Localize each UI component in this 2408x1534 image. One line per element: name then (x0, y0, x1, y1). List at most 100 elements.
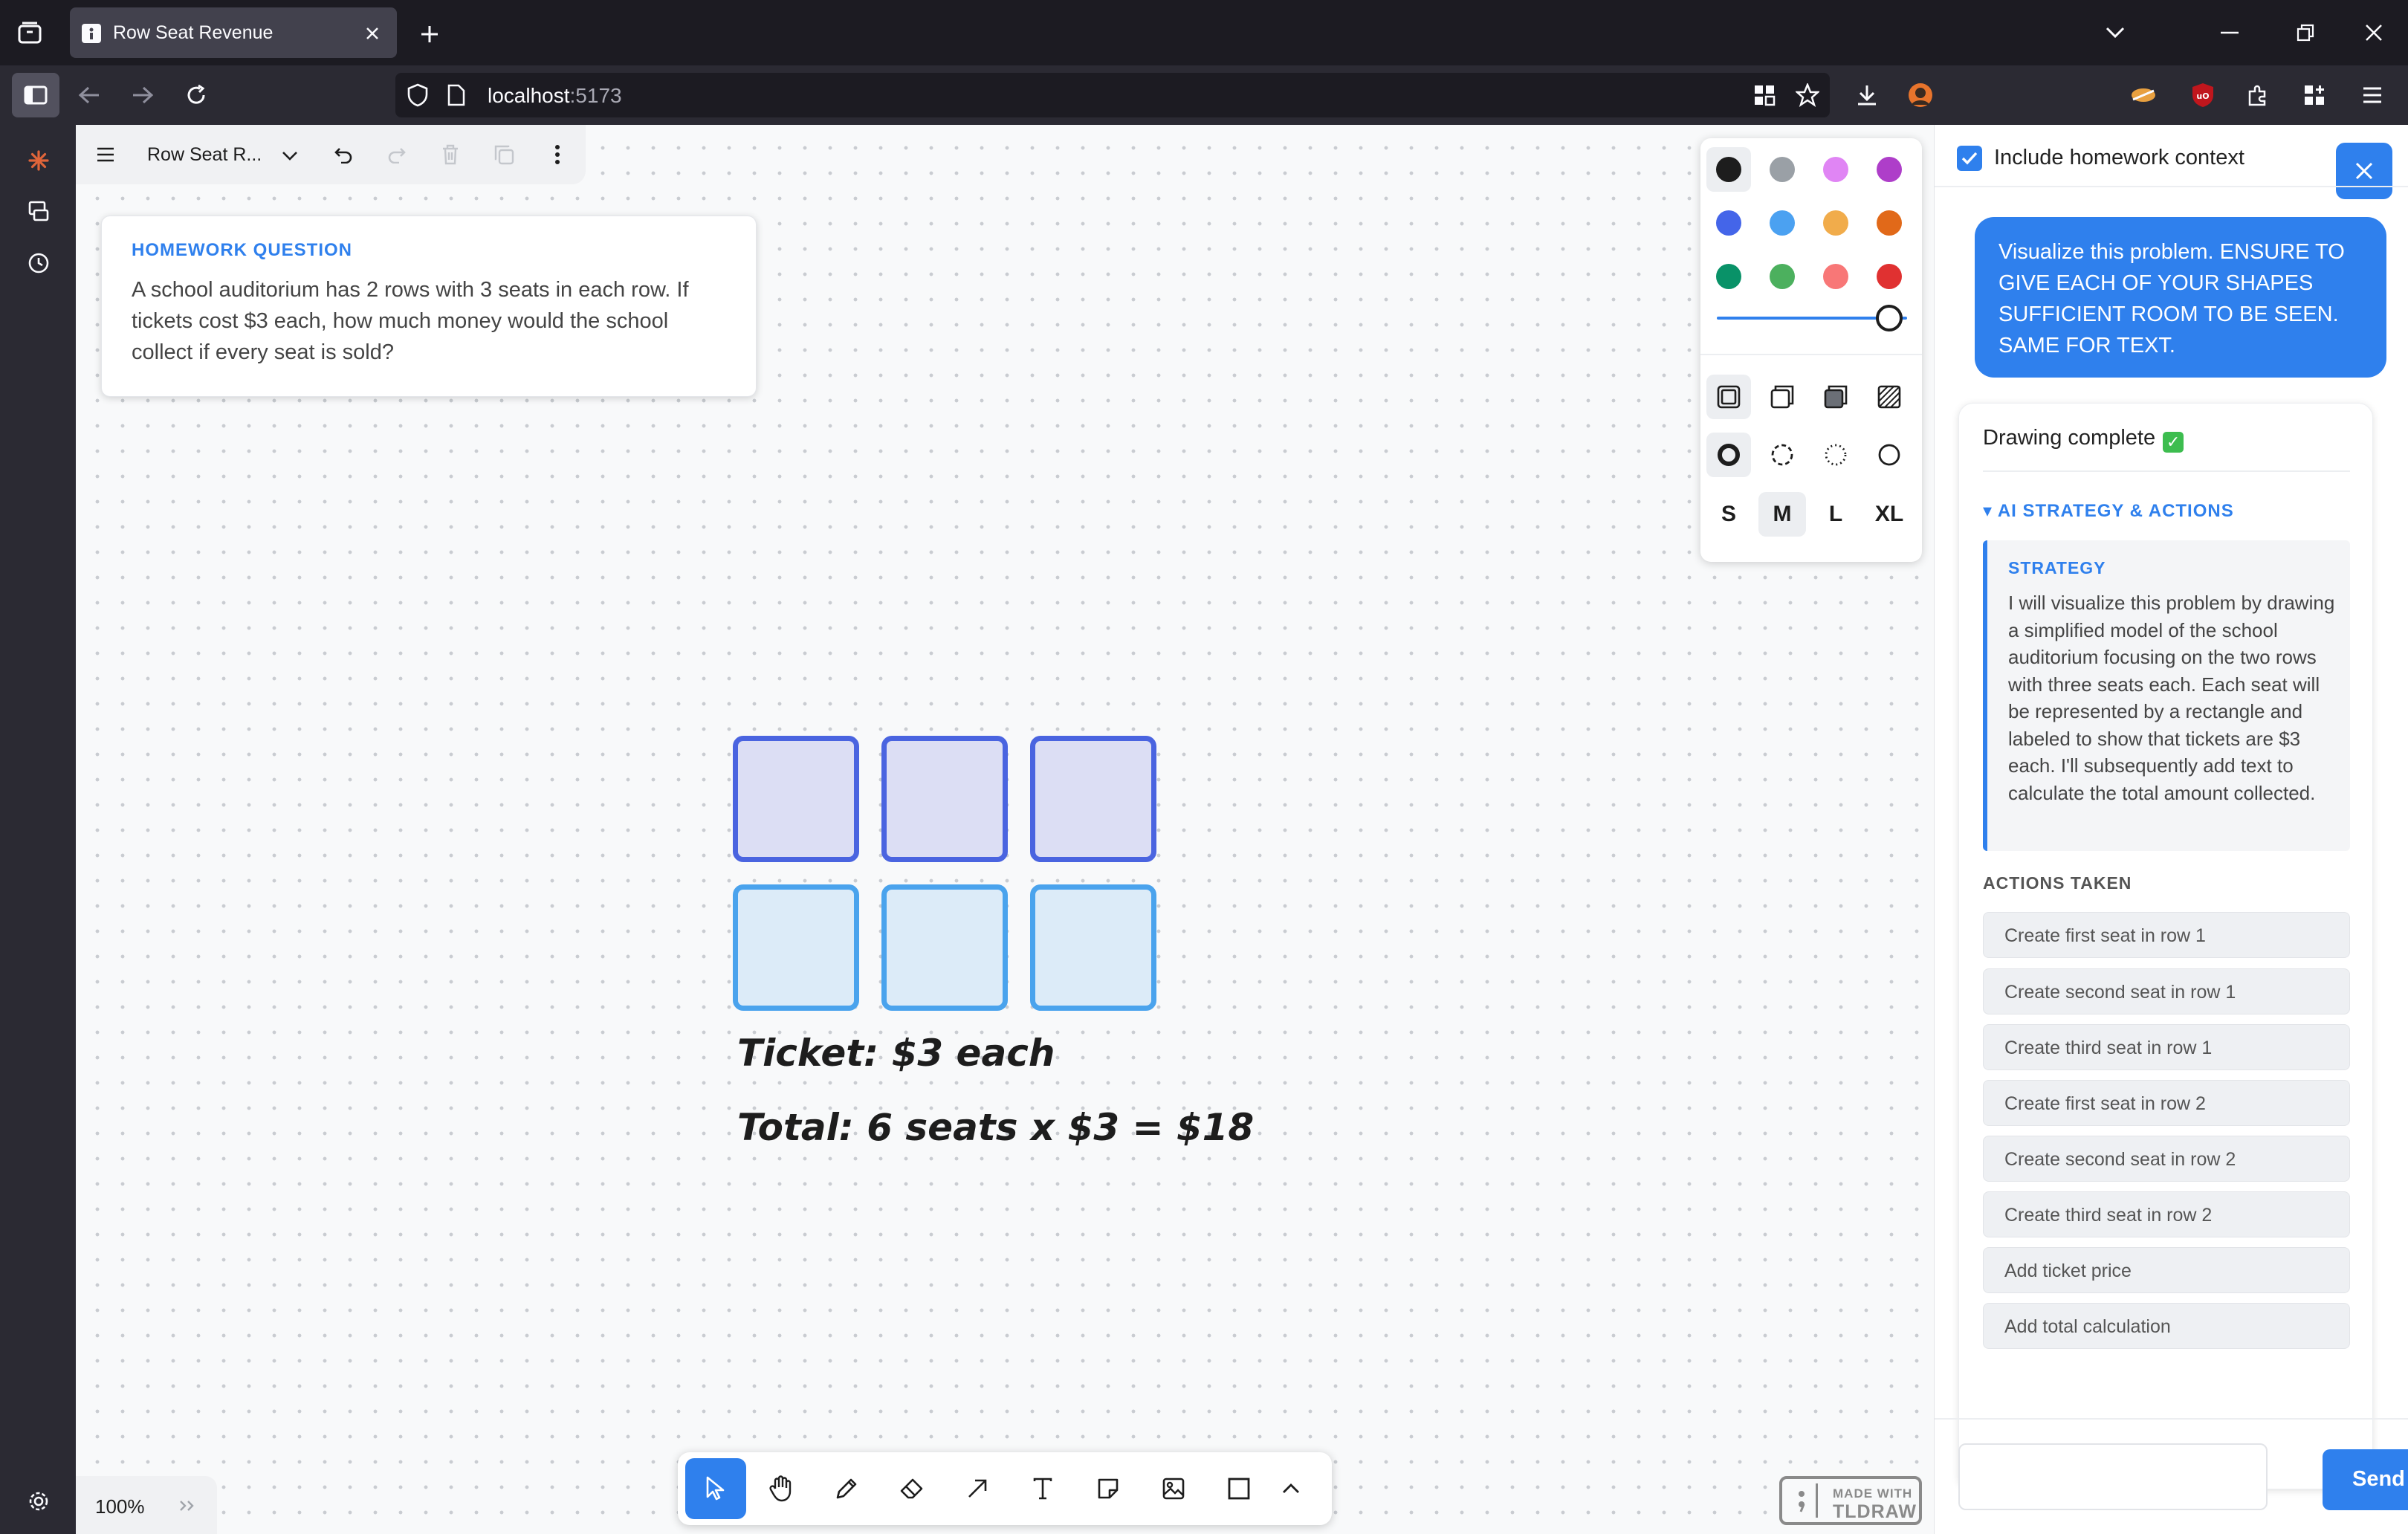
seat-row2-1[interactable] (733, 884, 859, 1011)
size-option-s[interactable]: S (1705, 492, 1752, 537)
action-item[interactable]: Create third seat in row 1 (1983, 1024, 2350, 1070)
dash-dashed-icon[interactable] (1760, 433, 1805, 477)
forward-icon[interactable] (128, 80, 158, 110)
tab-overview-icon[interactable] (15, 18, 45, 48)
color-swatch[interactable] (1877, 157, 1902, 182)
draw-pencil-tool-icon[interactable] (816, 1458, 877, 1519)
reload-icon[interactable] (181, 80, 211, 110)
color-swatch[interactable] (1770, 210, 1795, 236)
made-with-tldraw-badge[interactable]: MADE WITH TLDRAW (1779, 1476, 1922, 1525)
strategy-actions-toggle[interactable]: ▾ AI STRATEGY & ACTIONS (1983, 500, 2234, 522)
bookmark-star-icon[interactable] (1794, 82, 1821, 109)
hand-tool-icon[interactable] (751, 1458, 812, 1519)
redo-icon[interactable] (382, 140, 412, 169)
sidebar-toggle-icon[interactable] (12, 73, 59, 117)
image-asset-tool-icon[interactable] (1143, 1458, 1204, 1519)
color-swatch[interactable] (1823, 264, 1848, 289)
fill-semi-icon[interactable] (1760, 375, 1805, 419)
action-item[interactable]: Add ticket price (1983, 1247, 2350, 1293)
account-avatar-icon[interactable] (1904, 79, 1937, 111)
color-swatch[interactable] (1770, 264, 1795, 289)
close-window-icon[interactable] (2357, 18, 2390, 48)
action-item[interactable]: Create third seat in row 2 (1983, 1191, 2350, 1237)
list-all-tabs-icon[interactable] (2099, 18, 2132, 48)
browser-tab[interactable]: Row Seat Revenue (70, 7, 397, 58)
extensions-grid-icon[interactable] (1751, 82, 1778, 109)
arrow-tool-icon[interactable] (947, 1458, 1008, 1519)
document-name[interactable]: Row Seat R... (147, 144, 262, 166)
color-swatch[interactable] (1770, 157, 1795, 182)
app-menu-icon[interactable] (2356, 79, 2389, 111)
url-bar[interactable]: localhost:5173 (395, 73, 1830, 117)
note-tool-icon[interactable] (1078, 1458, 1139, 1519)
size-option-l[interactable]: L (1812, 492, 1860, 537)
undo-icon[interactable] (328, 140, 358, 169)
page-menu-chevron-icon[interactable] (275, 141, 305, 171)
downloads-icon[interactable] (1851, 79, 1883, 111)
dash-draw-icon[interactable] (1706, 433, 1751, 477)
new-tab-icon[interactable] (413, 18, 446, 51)
more-tools-chevron-up-icon[interactable] (1265, 1458, 1317, 1519)
shield-icon[interactable] (404, 82, 431, 109)
fill-solid-icon[interactable] (1813, 375, 1858, 419)
action-item[interactable]: Create first seat in row 2 (1983, 1080, 2350, 1126)
color-swatch[interactable] (1823, 210, 1848, 236)
expand-minimap-icon[interactable] (172, 1491, 202, 1521)
main-menu-icon[interactable] (91, 140, 120, 169)
rectangle-tool-icon[interactable] (1208, 1458, 1269, 1519)
page-info-icon[interactable] (443, 82, 470, 109)
seat-row2-3[interactable] (1030, 884, 1156, 1011)
back-icon[interactable] (74, 80, 104, 110)
text-tool-icon[interactable] (1012, 1458, 1073, 1519)
tab-close-icon[interactable] (361, 22, 383, 45)
action-item[interactable]: Create second seat in row 2 (1983, 1136, 2350, 1182)
seat-row1-3[interactable] (1030, 736, 1156, 862)
duplicate-icon[interactable] (489, 140, 519, 169)
dash-dotted-icon[interactable] (1813, 433, 1858, 477)
synced-tabs-icon[interactable] (22, 195, 55, 227)
claude-star-icon[interactable] (22, 144, 55, 177)
include-context-label[interactable]: Include homework context (1994, 146, 2244, 170)
ticket-price-text[interactable]: Ticket: $3 each (737, 1032, 1055, 1075)
delete-trash-icon[interactable] (436, 140, 465, 169)
total-calculation-text[interactable]: Total: 6 seats x $3 = $18 (737, 1106, 1254, 1149)
size-option-xl[interactable]: XL (1865, 492, 1913, 537)
color-swatch[interactable] (1877, 210, 1902, 236)
action-item[interactable]: Create first seat in row 1 (1983, 912, 2350, 958)
color-swatch[interactable] (1716, 157, 1741, 182)
seat-row2-2[interactable] (881, 884, 1008, 1011)
restore-icon[interactable] (2289, 18, 2322, 48)
size-option-m[interactable]: M (1758, 492, 1806, 537)
history-clock-icon[interactable] (22, 247, 55, 279)
include-context-checkbox[interactable] (1957, 146, 1982, 171)
action-item-label: Add ticket price (2004, 1260, 2132, 1281)
color-swatch[interactable] (1877, 264, 1902, 289)
fill-pattern-icon[interactable] (1867, 375, 1912, 419)
more-options-icon[interactable] (543, 140, 572, 169)
color-swatch[interactable] (1716, 264, 1741, 289)
chat-input[interactable] (1958, 1443, 2268, 1510)
color-swatch[interactable] (1823, 157, 1848, 182)
dash-solid-icon[interactable] (1867, 433, 1912, 477)
fill-none-icon[interactable] (1706, 375, 1751, 419)
seat-row1-1[interactable] (733, 736, 859, 862)
drawing-canvas[interactable]: Row Seat R... HOMEWORK QUESTION A school… (76, 125, 1934, 1534)
action-item[interactable]: Create second seat in row 1 (1983, 968, 2350, 1014)
close-panel-button[interactable] (2336, 143, 2392, 199)
browser-nav-bar: localhost:5173 uO (0, 65, 2408, 125)
minimize-icon[interactable] (2213, 18, 2246, 48)
color-swatch[interactable] (1716, 210, 1741, 236)
opacity-slider-thumb[interactable] (1876, 305, 1903, 331)
action-item[interactable]: Add total calculation (1983, 1303, 2350, 1349)
url-text[interactable]: localhost:5173 (488, 84, 622, 108)
ublock-icon[interactable]: uO (2187, 79, 2219, 111)
zoom-level[interactable]: 100% (95, 1495, 145, 1518)
sidebar-settings-gear-icon[interactable] (22, 1485, 55, 1518)
extension-toggle-icon[interactable] (2127, 79, 2160, 111)
eraser-tool-icon[interactable] (881, 1458, 942, 1519)
extensions-puzzle-icon[interactable] (2242, 79, 2274, 111)
select-tool-icon[interactable] (685, 1458, 746, 1519)
apps-grid-icon[interactable] (2298, 79, 2331, 111)
seat-row1-2[interactable] (881, 736, 1008, 862)
send-button[interactable]: Send (2323, 1449, 2408, 1510)
